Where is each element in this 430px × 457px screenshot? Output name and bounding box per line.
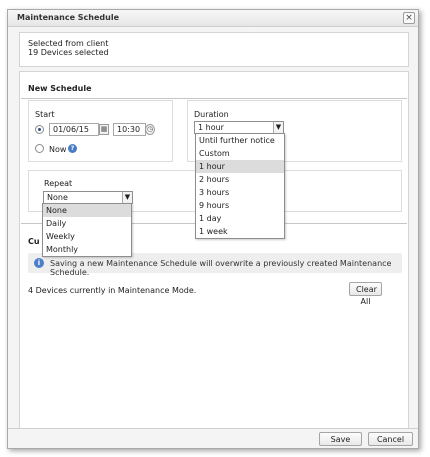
repeat-option[interactable]: Daily bbox=[43, 217, 131, 230]
new-schedule-title: New Schedule bbox=[28, 84, 92, 93]
repeat-option[interactable]: Weekly bbox=[43, 230, 131, 243]
dialog-title: Maintenance Schedule bbox=[17, 13, 120, 22]
duration-option[interactable]: 1 day bbox=[196, 212, 284, 225]
dialog-footer: Save Cancel bbox=[8, 428, 418, 448]
duration-option[interactable]: 2 hours bbox=[196, 173, 284, 186]
chevron-down-icon: ▼ bbox=[273, 122, 283, 133]
duration-option[interactable]: 9 hours bbox=[196, 199, 284, 212]
repeat-option-selected[interactable]: None bbox=[43, 204, 131, 217]
clock-icon[interactable]: ◷ bbox=[145, 124, 155, 135]
duration-option-selected[interactable]: 1 hour bbox=[196, 160, 284, 173]
info-icon: i bbox=[34, 258, 44, 268]
duration-option[interactable]: 1 week bbox=[196, 225, 284, 238]
calendar-icon[interactable]: ▦ bbox=[99, 124, 109, 135]
maintenance-schedule-dialog: Maintenance Schedule × Selected from cli… bbox=[7, 9, 419, 449]
close-button[interactable]: × bbox=[403, 12, 415, 24]
repeat-selected-value: None bbox=[47, 193, 68, 202]
start-date-radio[interactable] bbox=[35, 125, 44, 134]
repeat-option[interactable]: Monthly bbox=[43, 243, 131, 256]
schedule-panel: New Schedule Start 01/06/15 ▦ 10:30 ◷ No… bbox=[19, 71, 409, 433]
repeat-dropdown-list: None Daily Weekly Monthly bbox=[42, 203, 132, 257]
start-now-radio[interactable] bbox=[35, 144, 44, 153]
duration-option[interactable]: 3 hours bbox=[196, 186, 284, 199]
current-schedule-title: Cu bbox=[28, 237, 40, 246]
start-now-label: Now bbox=[49, 145, 67, 154]
start-time-input[interactable]: 10:30 bbox=[113, 123, 146, 136]
dialog-titlebar: Maintenance Schedule × bbox=[8, 10, 418, 27]
close-icon: × bbox=[405, 13, 413, 23]
selection-count-text: 19 Devices selected bbox=[28, 48, 109, 57]
duration-label: Duration bbox=[194, 110, 229, 119]
cancel-button[interactable]: Cancel bbox=[368, 432, 413, 446]
save-button[interactable]: Save bbox=[319, 432, 362, 446]
start-date-input[interactable]: 01/06/15 bbox=[49, 123, 99, 136]
chevron-down-icon: ▼ bbox=[122, 192, 132, 203]
section-divider bbox=[21, 98, 407, 99]
duration-option[interactable]: Custom bbox=[196, 147, 284, 160]
maintenance-count-text: 4 Devices currently in Maintenance Mode. bbox=[28, 286, 197, 295]
info-text: Saving a new Maintenance Schedule will o… bbox=[50, 259, 392, 277]
duration-dropdown-list: Until further notice Custom 1 hour 2 hou… bbox=[195, 133, 285, 239]
start-label: Start bbox=[35, 110, 55, 119]
help-icon[interactable]: ? bbox=[68, 144, 77, 153]
selection-panel: Selected from client 19 Devices selected bbox=[19, 32, 409, 67]
start-group: Start 01/06/15 ▦ 10:30 ◷ Now ? bbox=[28, 100, 173, 162]
repeat-label: Repeat bbox=[44, 179, 73, 188]
clear-all-button[interactable]: Clear All bbox=[349, 282, 382, 306]
duration-option[interactable]: Until further notice bbox=[196, 134, 284, 147]
duration-selected-value: 1 hour bbox=[198, 123, 224, 132]
selection-source-text: Selected from client bbox=[28, 39, 109, 48]
